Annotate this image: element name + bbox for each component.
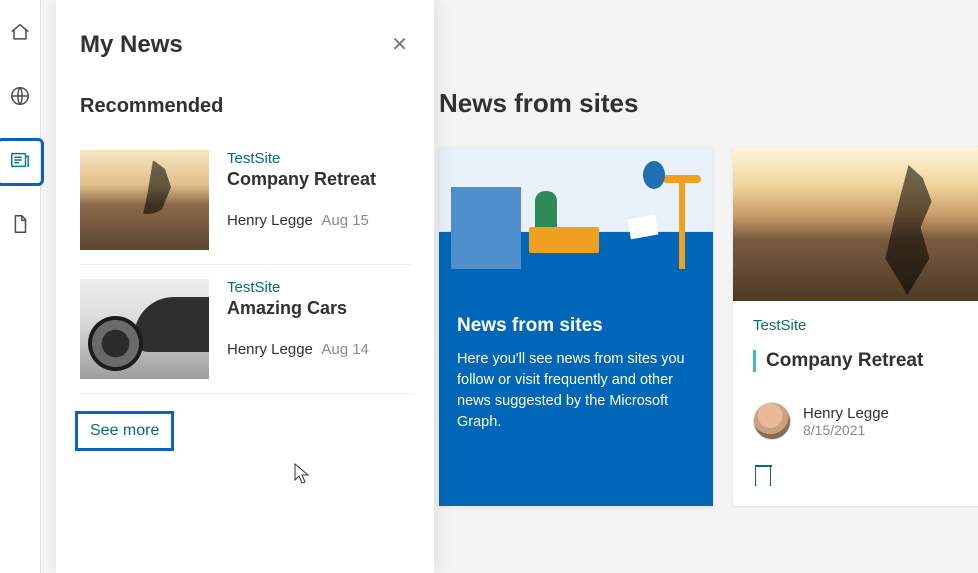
news-item-title[interactable]: Company Retreat	[227, 169, 412, 190]
bookmark-icon[interactable]	[755, 466, 771, 486]
news-thumbnail	[80, 150, 209, 250]
news-card-title[interactable]: Company Retreat	[766, 350, 978, 372]
info-card-illustration	[439, 147, 713, 301]
news-item-site[interactable]: TestSite	[227, 150, 412, 167]
rail-home[interactable]	[0, 14, 40, 54]
news-item-title[interactable]: Amazing Cars	[227, 298, 412, 319]
news-card-hero-image	[733, 147, 978, 301]
news-item-site[interactable]: TestSite	[227, 279, 412, 296]
news-card-author: Henry Legge 8/15/2021	[753, 402, 978, 440]
home-icon	[9, 21, 31, 48]
cards-row: News from sites Here you'll see news fro…	[439, 147, 978, 506]
news-card-company-retreat[interactable]: TestSite Company Retreat Henry Legge 8/1…	[733, 147, 978, 506]
flyout-title: My News	[80, 31, 183, 59]
flyout-section-title: Recommended	[80, 95, 412, 118]
close-icon: ✕	[391, 34, 408, 56]
news-card-site-link[interactable]: TestSite	[753, 317, 978, 334]
rail-global[interactable]	[0, 78, 40, 118]
my-news-flyout: My News ✕ Recommended TestSite Company R…	[56, 0, 434, 573]
globe-icon	[9, 85, 31, 112]
info-card-desc: Here you'll see news from sites you foll…	[457, 349, 695, 433]
see-more-link[interactable]: See more	[80, 416, 169, 446]
news-item-date: Aug 14	[321, 341, 369, 358]
avatar[interactable]	[753, 402, 791, 440]
close-button[interactable]: ✕	[387, 28, 412, 61]
news-item[interactable]: TestSite Company Retreat Henry Legge Aug…	[80, 136, 412, 265]
news-item-author: Henry Legge	[227, 212, 313, 229]
app-rail	[0, 0, 41, 573]
news-item-date: Aug 15	[321, 212, 369, 229]
author-date: 8/15/2021	[803, 422, 889, 438]
rail-documents[interactable]	[0, 206, 40, 246]
document-icon	[9, 213, 31, 240]
rail-news[interactable]	[0, 142, 40, 182]
news-item-author: Henry Legge	[227, 341, 313, 358]
news-item[interactable]: TestSite Amazing Cars Henry Legge Aug 14	[80, 265, 412, 394]
info-card-news-from-sites[interactable]: News from sites Here you'll see news fro…	[439, 147, 713, 506]
news-thumbnail	[80, 279, 209, 379]
page-title: News from sites	[439, 88, 978, 119]
news-icon	[9, 149, 31, 176]
info-card-title: News from sites	[457, 315, 695, 337]
author-name: Henry Legge	[803, 405, 889, 422]
